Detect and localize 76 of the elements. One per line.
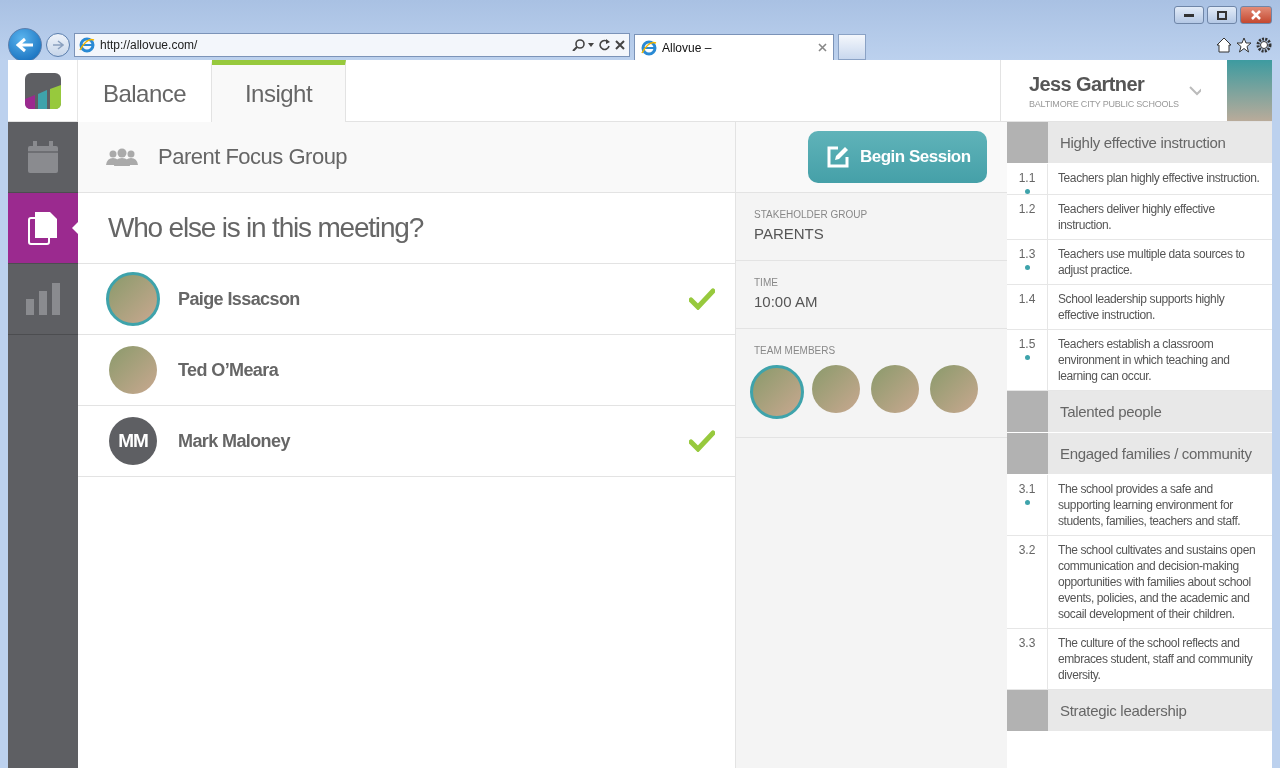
forward-button[interactable] (46, 33, 70, 57)
user-name: Jess Gartner (1029, 72, 1146, 96)
standard-text: Teachers deliver highly effective instruction. (1057, 201, 1216, 234)
star-icon[interactable] (1236, 37, 1252, 53)
maximize-icon (1217, 10, 1227, 20)
initials-avatar: MM (109, 417, 157, 465)
standard-number: 1.2 (1018, 202, 1036, 216)
participant-row[interactable]: Paige Issacson (78, 264, 735, 335)
search-icon (572, 39, 594, 51)
standard-text: The culture of the school reflects and embraces student, staff and community diversity. (1057, 635, 1254, 684)
edit-icon (826, 145, 850, 169)
question-heading: Who else is in this meeting? (78, 193, 735, 264)
refresh-icon[interactable] (599, 39, 610, 51)
browser-logo-icon (641, 39, 657, 56)
standard-number: 1.4 (1018, 292, 1036, 306)
participant-row[interactable]: MM Mark Maloney (78, 406, 735, 477)
stop-icon[interactable] (615, 40, 625, 50)
standard-text: The school cultivates and sustains open communication and decision-making opportunities with families about school events, policies, and the academic and socail development of their children. (1057, 542, 1257, 623)
sidebar-item[interactable] (8, 193, 78, 264)
checkmark-icon (689, 430, 715, 452)
app-tab[interactable]: Insight (212, 60, 346, 122)
settings-icon[interactable] (1256, 37, 1272, 53)
participant-name: Paige Issacson (178, 288, 301, 310)
detail-label: TIME (754, 277, 779, 288)
minimize-icon (1184, 13, 1194, 17)
detail-label: STAKEHOLDER GROUP (754, 209, 869, 220)
arrow-right-icon (52, 40, 64, 50)
detail-label: TEAM MEMBERS (754, 345, 837, 356)
address-bar[interactable]: http://allovue.com/ (74, 33, 630, 57)
standard-text: Teachers plan highly effective instruction. (1057, 170, 1261, 187)
avatar-photo[interactable] (750, 365, 804, 419)
group-icon (106, 148, 138, 166)
documents-icon (28, 211, 58, 245)
standard-category[interactable]: Engaged families / community (1007, 433, 1272, 475)
browser-tab[interactable]: Allovue – (634, 34, 834, 60)
standard-category[interactable]: Talented people (1007, 391, 1272, 433)
standard-text: The school provides a safe and supporting learning environment for students, families, teachers and staff. (1057, 481, 1242, 530)
close-button[interactable] (1240, 6, 1272, 24)
url-text: http://allovue.com/ (100, 38, 199, 52)
avatar-photo[interactable] (871, 365, 919, 413)
photo-placeholder (1226, 60, 1272, 121)
back-button[interactable] (8, 28, 42, 62)
standard-text: Teachers use multiple data sources to adjust practice. (1057, 246, 1246, 279)
standard-number: 3.2 (1018, 543, 1036, 557)
logo-icon (24, 72, 61, 109)
detail-value: 10:00 AM (754, 293, 819, 310)
standard-number: 3.1 (1018, 482, 1036, 496)
session-title: Parent Focus Group (158, 144, 348, 170)
standard-number: 1.3 (1018, 247, 1036, 261)
standard-category[interactable]: Highly effective instruction (1007, 122, 1272, 164)
home-icon[interactable] (1216, 37, 1232, 53)
avatar-photo[interactable] (930, 365, 978, 413)
standard-number: 1.1 (1018, 171, 1036, 185)
checkmark-icon (689, 288, 715, 310)
participant-name: Mark Maloney (178, 430, 292, 452)
standard-number: 3.3 (1018, 636, 1036, 650)
new-tab-button[interactable] (838, 34, 866, 60)
calendar-icon (28, 141, 58, 173)
close-icon (1250, 10, 1262, 20)
detail-value: PARENTS (754, 225, 825, 242)
standard-category[interactable]: Strategic leadership (1007, 690, 1272, 732)
participant-name: Ted O’Meara (178, 359, 280, 381)
avatar-photo[interactable] (812, 365, 860, 413)
standard-text: School leadership supports highly effective instruction. (1057, 291, 1226, 324)
browser-logo-icon (79, 37, 95, 53)
arrow-left-icon (16, 37, 34, 53)
participant-row[interactable]: Ted O’Meara (78, 335, 735, 406)
close-icon[interactable] (818, 43, 827, 52)
user-organization: BALTIMORE CITY PUBLIC SCHOOLS (1029, 98, 1179, 109)
standard-text: Teachers establish a classroom environment in which teaching and learning can occur. (1057, 336, 1231, 385)
minimize-button[interactable] (1174, 6, 1204, 24)
tab-title: Allovue – (662, 40, 713, 55)
standard-number: 1.5 (1018, 337, 1036, 351)
bar-chart-icon (26, 283, 60, 315)
app-tab[interactable]: Balance (78, 60, 212, 122)
maximize-button[interactable] (1207, 6, 1237, 24)
